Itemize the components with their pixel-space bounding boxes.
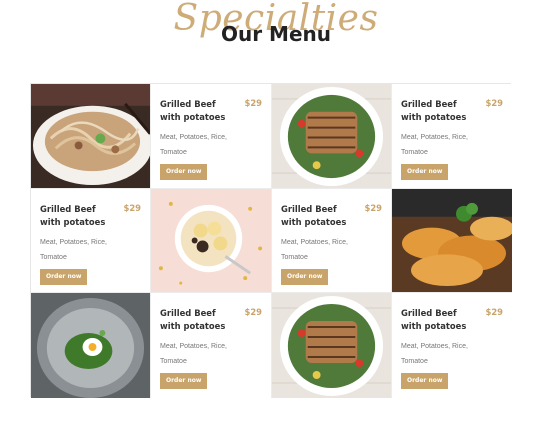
menu-heading: Specialties Our Menu <box>0 0 552 60</box>
menu-item-name: Grilled Beef with potatoes <box>160 99 226 122</box>
menu-item-price: $29 <box>244 307 262 317</box>
menu-item-description: Meat, Potatoes, Rice, Tomatoe <box>401 343 468 365</box>
menu-grid: Grilled Beef with potatoes $29 Meat, Pot… <box>30 83 512 398</box>
menu-item-description: Meat, Potatoes, Rice, Tomatoe <box>281 239 348 261</box>
menu-item-price: $29 <box>485 307 503 317</box>
order-now-button[interactable]: Order now <box>160 164 208 180</box>
menu-card: Grilled Beef with potatoes $29 Meat, Pot… <box>392 84 512 189</box>
menu-item-description: Meat, Potatoes, Rice, Tomatoe <box>401 134 468 156</box>
menu-image-salad <box>272 84 392 189</box>
menu-image-granola <box>151 189 272 293</box>
menu-card: Grilled Beef with potatoes $29 Meat, Pot… <box>392 293 512 398</box>
menu-item-description: Meat, Potatoes, Rice, Tomatoe <box>160 343 227 365</box>
menu-image-avocado <box>31 293 151 398</box>
grilled-salad-photo-icon <box>272 84 391 188</box>
menu-item-price: $29 <box>123 203 141 213</box>
menu-item-price: $29 <box>364 203 382 213</box>
menu-image-salad <box>272 293 392 398</box>
avocado-egg-plate-photo-icon <box>31 293 150 398</box>
order-now-button[interactable]: Order now <box>401 164 449 180</box>
menu-item-description: Meat, Potatoes, Rice, Tomatoe <box>160 134 227 156</box>
menu-image-noodles <box>31 84 151 189</box>
fried-chicken-photo-icon <box>392 189 512 292</box>
menu-item-name: Grilled Beef with potatoes <box>281 204 347 227</box>
menu-card: Grilled Beef with potatoes $29 Meat, Pot… <box>151 84 272 189</box>
order-now-button[interactable]: Order now <box>40 269 88 285</box>
menu-item-price: $29 <box>244 98 262 108</box>
menu-image-chicken <box>392 189 512 293</box>
order-now-button[interactable]: Order now <box>401 373 449 389</box>
menu-card: Grilled Beef with potatoes $29 Meat, Pot… <box>151 293 272 398</box>
menu-item-name: Grilled Beef with potatoes <box>40 204 106 227</box>
menu-item-name: Grilled Beef with potatoes <box>401 99 467 122</box>
page-title: Our Menu <box>220 22 331 46</box>
noodles-dish-photo-icon <box>31 84 150 188</box>
order-now-button[interactable]: Order now <box>160 373 208 389</box>
menu-item-name: Grilled Beef with potatoes <box>160 308 226 331</box>
menu-card: Grilled Beef with potatoes $29 Meat, Pot… <box>272 189 392 293</box>
menu-item-name: Grilled Beef with potatoes <box>401 308 467 331</box>
menu-item-description: Meat, Potatoes, Rice, Tomatoe <box>40 239 107 261</box>
menu-card: Grilled Beef with potatoes $29 Meat, Pot… <box>31 189 151 293</box>
order-now-button[interactable]: Order now <box>281 269 329 285</box>
grilled-salad-photo-icon <box>272 293 391 398</box>
menu-item-price: $29 <box>485 98 503 108</box>
granola-bowl-photo-icon <box>151 189 271 292</box>
